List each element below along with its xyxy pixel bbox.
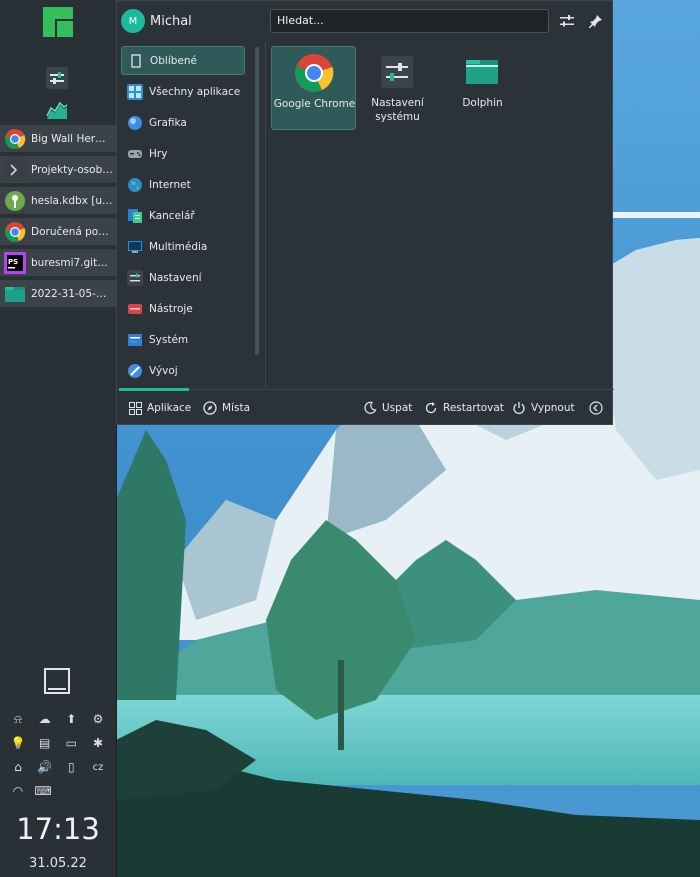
task-label: 2022-31-05-mu... xyxy=(31,287,113,300)
cloud-sync-icon[interactable]: ☁ xyxy=(35,709,55,729)
graphics-icon xyxy=(127,115,143,131)
divider xyxy=(265,41,266,389)
battery-icon[interactable]: ▭ xyxy=(61,733,81,753)
svg-text:PS: PS xyxy=(8,258,18,266)
bluetooth-icon[interactable]: ✱ xyxy=(88,733,108,753)
category-sidebar: Oblíbené Všechny aplikace Grafika Hry In… xyxy=(117,41,254,389)
launcher-footer: Aplikace Místa Uspat Restartovat Vypnout xyxy=(117,388,614,426)
kde-connect-icon[interactable]: ▯ xyxy=(61,757,81,777)
task-label: Big Wall Herm... xyxy=(31,132,113,145)
compass-icon xyxy=(203,401,217,415)
system-icon xyxy=(127,332,143,348)
keepassxc-icon xyxy=(4,190,26,212)
chrome-icon xyxy=(294,53,334,93)
all-apps-icon xyxy=(127,83,143,100)
notifications-icon[interactable]: ⍾ xyxy=(8,709,28,729)
sleep-icon xyxy=(363,401,377,415)
configure-icon[interactable] xyxy=(557,11,577,31)
category-office[interactable]: Kancelář xyxy=(121,201,245,230)
app-system-settings[interactable]: Nastavení systému xyxy=(355,46,440,130)
night-light-icon[interactable]: 💡 xyxy=(8,733,28,753)
system-monitor-icon[interactable] xyxy=(46,98,68,120)
volume-icon[interactable]: 🔊 xyxy=(35,757,55,777)
task-phpstorm[interactable]: PS buresmi7.gith... xyxy=(0,249,116,278)
folder-icon xyxy=(4,283,26,305)
dolphin-icon xyxy=(462,52,502,92)
left-panel: Big Wall Herm... Projekty-osobn... hesla… xyxy=(0,0,117,877)
restart-icon xyxy=(424,401,438,415)
app-dolphin[interactable]: Dolphin xyxy=(440,46,525,130)
pin-icon[interactable] xyxy=(586,11,606,31)
app-label: Google Chrome xyxy=(273,98,356,110)
games-icon xyxy=(127,146,143,162)
grid-icon xyxy=(128,401,142,415)
category-system[interactable]: Systém xyxy=(121,325,245,354)
app-label: Nastavení systému xyxy=(371,97,424,123)
settings-icon[interactable] xyxy=(46,67,68,89)
more-options-button[interactable] xyxy=(589,390,608,426)
terminal-icon xyxy=(4,158,26,181)
task-keepassxc[interactable]: hesla.kdbx [uz... xyxy=(0,187,116,216)
task-label: buresmi7.gith... xyxy=(31,256,113,269)
app-label: Dolphin xyxy=(462,97,503,109)
internet-icon xyxy=(127,177,143,193)
tab-applications[interactable]: Aplikace xyxy=(128,390,191,426)
task-label: Doručená pošt... xyxy=(31,225,113,238)
system-settings-icon xyxy=(377,52,417,92)
tab-places[interactable]: Místa xyxy=(203,390,250,426)
task-chrome-mail[interactable]: Doručená pošt... xyxy=(0,218,116,247)
username: Michal xyxy=(150,14,192,29)
category-scrollbar[interactable] xyxy=(255,47,259,355)
office-icon xyxy=(127,208,143,224)
system-tray: ⍾ ☁ ⬆ ⚙ 💡 ▤ ▭ ✱ ⌂ 🔊 ▯ cz ◠ ⌨ xyxy=(8,707,108,803)
category-settings[interactable]: Nastavení xyxy=(121,263,245,292)
bookmark-icon xyxy=(128,53,144,69)
virtual-keyboard-icon[interactable]: ⌨ xyxy=(33,781,53,801)
task-terminal[interactable]: Projekty-osobn... xyxy=(0,156,116,185)
power-icon xyxy=(512,401,526,415)
manjaro-logo-icon[interactable] xyxy=(43,7,73,37)
category-development[interactable]: Vývoj xyxy=(121,356,245,385)
chrome-icon xyxy=(4,128,26,150)
category-tools[interactable]: Nástroje xyxy=(121,294,245,323)
keyboard-layout-label[interactable]: cz xyxy=(88,757,108,777)
category-multimedia[interactable]: Multimédia xyxy=(121,232,245,261)
multimedia-icon xyxy=(127,239,143,255)
development-icon xyxy=(127,363,143,379)
chevron-left-icon xyxy=(589,401,603,415)
category-internet[interactable]: Internet xyxy=(121,170,245,199)
search-input[interactable]: Hledat... xyxy=(270,9,549,33)
category-games[interactable]: Hry xyxy=(121,139,245,168)
task-chrome-bigwall[interactable]: Big Wall Herm... xyxy=(0,125,116,154)
show-desktop-button[interactable] xyxy=(44,668,70,694)
phpstorm-icon: PS xyxy=(4,251,26,274)
updates-icon[interactable]: ⬆ xyxy=(61,709,81,729)
clock-date[interactable]: 31.05.22 xyxy=(0,856,116,871)
wifi-icon[interactable]: ◠ xyxy=(8,781,28,801)
usb-device-icon[interactable]: ⌂ xyxy=(8,757,28,777)
restart-button[interactable]: Restartovat xyxy=(424,390,504,426)
category-graphics[interactable]: Grafika xyxy=(121,108,245,137)
clipboard-icon[interactable]: ▤ xyxy=(35,733,55,753)
shutdown-button[interactable]: Vypnout xyxy=(512,390,575,426)
task-label: Projekty-osobn... xyxy=(31,163,113,176)
system-settings-tray-icon[interactable]: ⚙ xyxy=(88,709,108,729)
avatar[interactable]: M xyxy=(121,9,145,33)
chrome-icon xyxy=(4,221,26,243)
category-all-apps[interactable]: Všechny aplikace xyxy=(121,77,245,106)
task-label: hesla.kdbx [uz... xyxy=(31,194,113,207)
category-favorites[interactable]: Oblíbené xyxy=(121,46,245,75)
application-launcher: M Michal Hledat... Oblíbené Všechny apli… xyxy=(116,0,614,426)
task-dolphin-folder[interactable]: 2022-31-05-mu... xyxy=(0,280,116,309)
app-google-chrome[interactable]: Google Chrome xyxy=(271,46,356,130)
launcher-header: M Michal Hledat... xyxy=(117,1,614,41)
sleep-button[interactable]: Uspat xyxy=(363,390,412,426)
settings-icon xyxy=(127,269,143,286)
digital-clock[interactable]: 17:13 xyxy=(0,812,116,846)
tools-icon xyxy=(127,301,143,317)
